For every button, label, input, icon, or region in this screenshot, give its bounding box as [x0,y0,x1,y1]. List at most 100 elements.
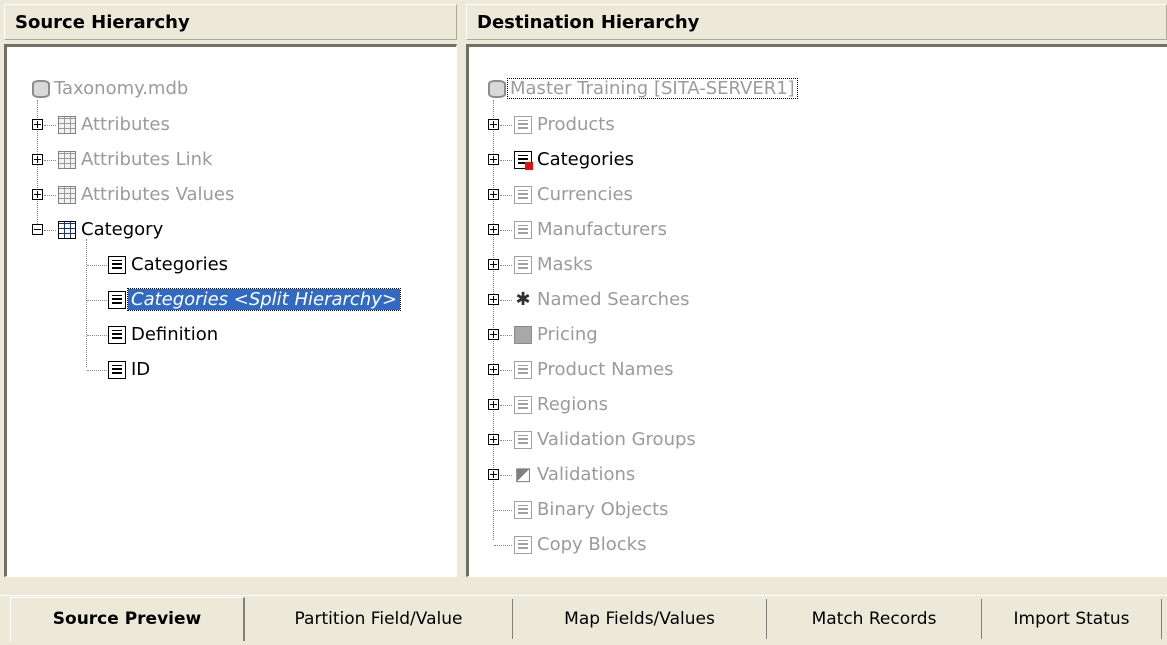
tab-source-preview[interactable]: Source Preview [10,597,245,641]
destination-table-currencies[interactable]: Currencies [534,180,636,210]
table-icon [58,151,76,169]
table-label: Product Names [537,359,674,380]
table-icon [514,326,532,344]
expand-icon[interactable] [488,469,499,480]
table-label: Regions [537,394,608,415]
table-icon [514,431,532,449]
table-icon [514,396,532,414]
source-table-attributes[interactable]: Attributes [78,110,173,140]
expand-icon[interactable] [32,189,43,200]
tab-map-fields-values[interactable]: Map Fields/Values [513,599,767,639]
table-label: Masks [537,254,593,275]
destination-table-products[interactable]: Products [534,110,618,140]
expand-icon[interactable] [488,224,499,235]
destination-table-validation-groups[interactable]: Validation Groups [534,425,699,455]
tab-label: Map Fields/Values [564,609,715,629]
source-table-attributes-values[interactable]: Attributes Values [78,180,237,210]
expand-icon[interactable] [488,329,499,340]
table-label: Attributes [81,114,170,135]
source-field-id[interactable]: ID [128,355,153,385]
tab-partition-field-value[interactable]: Partition Field/Value [245,599,513,639]
source-table-category[interactable]: Category [78,215,166,245]
source-hierarchy-header: Source Hierarchy [4,4,457,40]
table-label: Pricing [537,324,598,345]
table-label: Manufacturers [537,219,667,240]
table-label: Categories [537,149,635,170]
expand-icon[interactable] [488,294,499,305]
field-icon [108,326,126,344]
expand-icon[interactable] [488,259,499,270]
table-label: Validations [537,464,636,485]
pane-splitter[interactable] [459,4,464,579]
table-icon [514,186,532,204]
destination-root-node[interactable]: Master Training [SITA-SERVER1] [507,74,798,104]
destination-hierarchy-title: Destination Hierarchy [477,12,700,33]
table-icon [514,221,532,239]
table-label: Attributes Link [81,149,213,170]
destination-table-product-names[interactable]: Product Names [534,355,677,385]
gear-icon: ✱ [515,289,531,310]
tab-label: Match Records [811,609,937,629]
expand-icon[interactable] [488,119,499,130]
table-label: Category [81,219,164,240]
field-icon [108,256,126,274]
field-label: ID [131,359,151,380]
destination-table-named-searches[interactable]: Named Searches [534,285,693,315]
expand-icon[interactable] [488,154,499,165]
tab-label: Partition Field/Value [294,609,463,629]
tab-label: Source Preview [52,609,202,629]
field-label: Categories [131,254,229,275]
bottom-tab-bar: Source Preview Partition Field/Value Map… [0,583,1167,645]
copy-blocks-icon [514,536,532,554]
destination-table-masks[interactable]: Masks [534,250,596,280]
source-field-categories[interactable]: Categories [128,250,231,280]
table-label: Named Searches [537,289,690,310]
table-label: Copy Blocks [537,534,647,555]
expand-icon[interactable] [488,364,499,375]
binary-objects-icon [514,501,532,519]
destination-table-pricing[interactable]: Pricing [534,320,601,350]
table-icon [58,221,76,239]
destination-table-categories[interactable]: Categories [534,145,637,175]
tab-match-records[interactable]: Match Records [767,599,982,639]
destination-table-copy-blocks[interactable]: Copy Blocks [534,530,649,560]
table-icon [58,186,76,204]
source-field-categories-split-hierarchy[interactable]: Categories <Split Hierarchy> [127,285,401,315]
destination-hierarchy-header: Destination Hierarchy [466,4,1167,40]
expand-icon[interactable] [488,189,499,200]
destination-table-regions[interactable]: Regions [534,390,611,420]
source-table-attributes-link[interactable]: Attributes Link [78,145,215,175]
table-icon [58,116,76,134]
field-label: Categories <Split Hierarchy> [127,288,401,311]
database-icon [32,80,50,98]
database-icon [488,80,506,98]
tab-label: Import Status [1013,609,1130,629]
masks-icon [514,256,532,274]
source-field-definition[interactable]: Definition [128,320,221,350]
field-icon [108,291,126,309]
table-label: Validation Groups [537,429,696,450]
destination-tree[interactable]: Master Training [SITA-SERVER1] Products … [466,44,1167,577]
expand-icon[interactable] [32,154,43,165]
expand-icon[interactable] [32,119,43,130]
table-icon [514,361,532,379]
validations-icon: ◩ [514,464,532,485]
destination-root-label: Master Training [SITA-SERVER1] [507,78,798,99]
table-label: Products [537,114,615,135]
source-root-node[interactable]: Taxonomy.mdb [51,74,191,104]
table-label: Currencies [537,184,633,205]
source-tree[interactable]: Taxonomy.mdb Attributes Attributes Link … [4,44,457,577]
destination-table-validations[interactable]: Validations [534,460,638,490]
source-root-label: Taxonomy.mdb [54,78,189,99]
expand-icon[interactable] [488,399,499,410]
field-label: Definition [131,324,219,345]
source-hierarchy-title: Source Hierarchy [15,12,190,33]
field-icon [108,361,126,379]
table-label: Attributes Values [81,184,235,205]
expand-icon[interactable] [488,434,499,445]
destination-table-binary-objects[interactable]: Binary Objects [534,495,672,525]
collapse-icon[interactable] [32,224,43,235]
destination-table-manufacturers[interactable]: Manufacturers [534,215,670,245]
tab-import-status[interactable]: Import Status [982,599,1162,639]
table-label: Binary Objects [537,499,669,520]
